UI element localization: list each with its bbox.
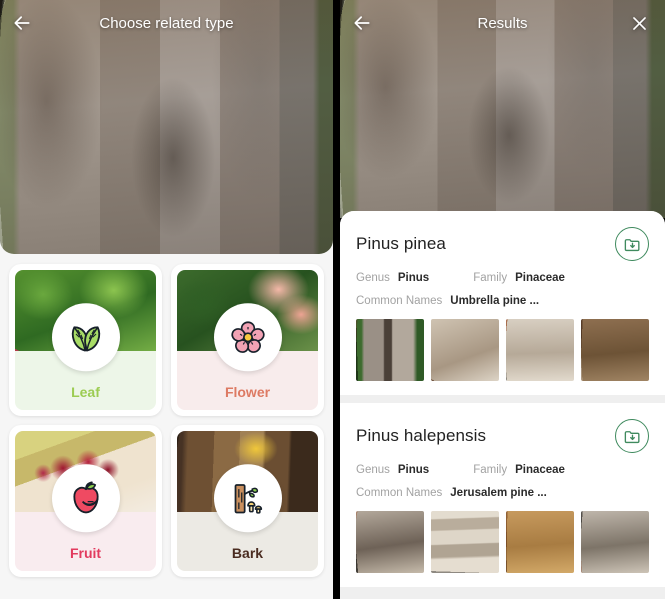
folder-download-icon [624, 430, 640, 443]
thumbnail-row [356, 319, 649, 381]
result-card[interactable]: Pinus halepensis Genus Pinus Family Pina… [340, 403, 665, 587]
common-names-value: Umbrella pine ... [450, 295, 540, 307]
save-to-collection-button[interactable] [615, 227, 649, 261]
result-thumbnail[interactable] [356, 511, 424, 573]
back-arrow-icon [14, 16, 30, 30]
panel-divider [333, 0, 340, 599]
type-card-flower-inner: Flower [177, 270, 318, 410]
app-screenshot: Choose related type Leaf Flower Fruit Ba… [0, 0, 665, 599]
result-thumbnail[interactable] [506, 319, 574, 381]
result-thumbnail[interactable] [431, 319, 499, 381]
related-type-grid: Leaf Flower Fruit Bark [0, 258, 333, 585]
type-card-fruit[interactable]: Fruit [9, 425, 162, 577]
result-thumbnail[interactable] [431, 511, 499, 573]
thumbnail-row [356, 511, 649, 573]
bark-badge [213, 464, 282, 533]
folder-download-icon [624, 238, 640, 251]
close-x-icon [632, 16, 646, 30]
common-names-label: Common Names [356, 487, 443, 499]
common-names-value: Jerusalem pine ... [450, 487, 547, 499]
family-value: Pinaceae [515, 464, 565, 476]
results-sheet: Pinus pinea Genus Pinus Family Pinaceae [340, 211, 665, 599]
genus-value: Pinus [397, 464, 430, 476]
result-header: Pinus pinea [356, 227, 649, 261]
result-thumbnail[interactable] [356, 319, 424, 381]
leaf-badge [51, 303, 120, 372]
species-name: Pinus pinea [356, 234, 446, 253]
type-card-bark[interactable]: Bark [171, 425, 324, 577]
type-card-flower[interactable]: Flower [171, 264, 324, 416]
result-thumbnail[interactable] [506, 511, 574, 573]
back-button-right[interactable] [340, 0, 384, 46]
common-names-label: Common Names [356, 295, 443, 307]
type-card-fruit-inner: Fruit [15, 431, 156, 571]
left-page-title: Choose related type [99, 14, 234, 32]
family-label: Family [473, 464, 508, 476]
type-label-fruit: Fruit [69, 545, 102, 561]
common-names-row: Common Names Jerusalem pine ... [356, 487, 649, 499]
type-label-bark: Bark [231, 545, 264, 561]
taxonomy-row: Genus Pinus Family Pinaceae [356, 272, 649, 284]
result-thumbnail[interactable] [581, 319, 649, 381]
result-header: Pinus halepensis [356, 419, 649, 453]
genus-label: Genus [356, 272, 390, 284]
type-label-flower: Flower [224, 384, 271, 400]
result-card[interactable]: Pinus pinea Genus Pinus Family Pinaceae [340, 211, 665, 395]
common-names-row: Common Names Umbrella pine ... [356, 295, 649, 307]
flower-badge [213, 303, 282, 372]
genus-label: Genus [356, 464, 390, 476]
back-button-left[interactable] [0, 0, 44, 46]
flower-icon [230, 321, 265, 353]
close-button[interactable] [617, 0, 661, 46]
family-value: Pinaceae [515, 272, 565, 284]
results-panel: Results Pinus pinea Genus Pinus Family P… [340, 0, 665, 599]
genus-value: Pinus [397, 272, 430, 284]
type-label-leaf: Leaf [71, 384, 100, 400]
fruit-badge [51, 464, 120, 533]
leaf-icon [71, 326, 100, 352]
species-name: Pinus halepensis [356, 426, 487, 445]
bark-mushroom-icon [234, 484, 262, 514]
choose-related-type-panel: Choose related type Leaf Flower Fruit Ba… [0, 0, 333, 599]
save-to-collection-button[interactable] [615, 419, 649, 453]
taxonomy-row: Genus Pinus Family Pinaceae [356, 464, 649, 476]
back-arrow-icon [354, 16, 370, 30]
type-card-bark-inner: Bark [177, 431, 318, 571]
result-thumbnail[interactable] [581, 511, 649, 573]
type-card-leaf[interactable]: Leaf [9, 264, 162, 416]
right-header-bar: Results [340, 0, 665, 46]
apple-icon [72, 481, 99, 514]
family-label: Family [473, 272, 508, 284]
left-header-bar: Choose related type [0, 0, 333, 46]
type-card-leaf-inner: Leaf [15, 270, 156, 410]
